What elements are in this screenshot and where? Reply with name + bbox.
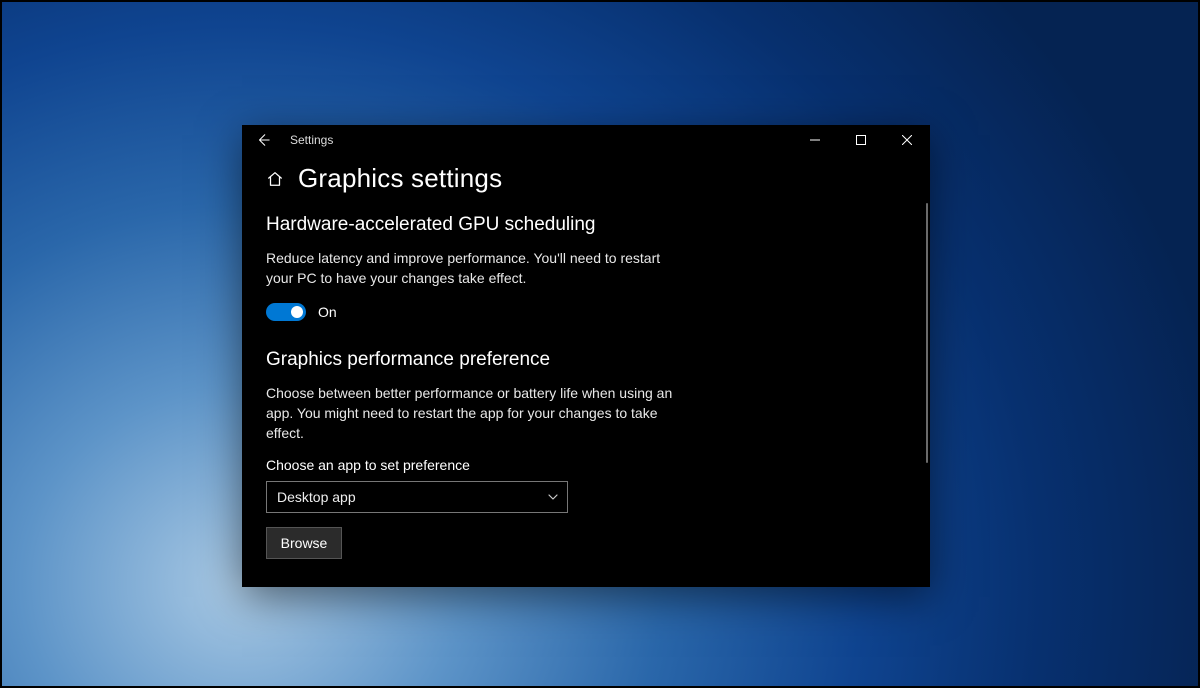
gpu-toggle-row: On xyxy=(266,303,906,321)
window-title: Settings xyxy=(290,133,333,147)
app-type-dropdown[interactable]: Desktop app xyxy=(266,481,568,513)
close-button[interactable] xyxy=(884,125,930,155)
titlebar: Settings xyxy=(242,125,930,155)
page-title: Graphics settings xyxy=(298,163,502,194)
maximize-icon xyxy=(856,135,866,145)
home-button[interactable] xyxy=(266,170,284,188)
minimize-icon xyxy=(810,135,820,145)
window-controls xyxy=(792,125,930,155)
arrow-left-icon xyxy=(256,133,270,147)
desktop-wallpaper: Settings Gra xyxy=(0,0,1200,688)
performance-preference-description: Choose between better performance or bat… xyxy=(266,383,696,444)
gpu-toggle-state-label: On xyxy=(318,304,337,320)
dropdown-selected-value: Desktop app xyxy=(277,489,356,505)
gpu-scheduling-toggle[interactable] xyxy=(266,303,306,321)
settings-window: Settings Gra xyxy=(242,125,930,587)
gpu-scheduling-description: Reduce latency and improve performance. … xyxy=(266,248,666,289)
choose-app-label: Choose an app to set preference xyxy=(266,457,906,473)
minimize-button[interactable] xyxy=(792,125,838,155)
chevron-down-icon xyxy=(547,491,559,503)
content-area: Graphics settings Hardware-accelerated G… xyxy=(242,155,930,587)
performance-preference-heading: Graphics performance preference xyxy=(266,349,906,371)
maximize-button[interactable] xyxy=(838,125,884,155)
scrollbar[interactable] xyxy=(926,203,928,463)
browse-button[interactable]: Browse xyxy=(266,527,342,559)
home-icon xyxy=(266,170,284,188)
back-button[interactable] xyxy=(242,125,284,155)
close-icon xyxy=(902,135,912,145)
toggle-knob xyxy=(291,306,303,318)
page-header: Graphics settings xyxy=(266,163,906,194)
browse-button-label: Browse xyxy=(281,535,328,551)
gpu-scheduling-heading: Hardware-accelerated GPU scheduling xyxy=(266,214,906,236)
